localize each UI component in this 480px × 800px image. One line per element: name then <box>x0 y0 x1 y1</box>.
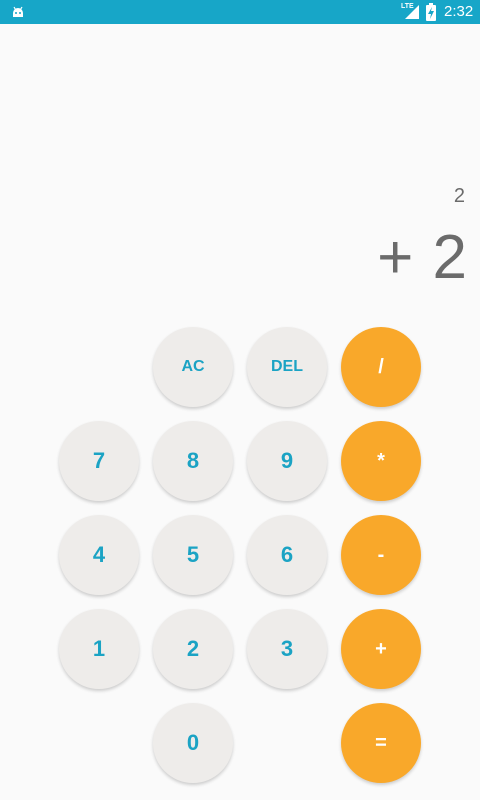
delete-button[interactable]: DEL <box>247 327 327 407</box>
digit-1-button[interactable]: 1 <box>59 609 139 689</box>
plus-button[interactable]: + <box>341 609 421 689</box>
digit-6-button[interactable]: 6 <box>247 515 327 595</box>
digit-7-button[interactable]: 7 <box>59 421 139 501</box>
clear-button[interactable]: AC <box>153 327 233 407</box>
digit-4-button[interactable]: 4 <box>59 515 139 595</box>
digit-8-button[interactable]: 8 <box>153 421 233 501</box>
digit-2-button[interactable]: 2 <box>153 609 233 689</box>
divide-button[interactable]: / <box>341 327 421 407</box>
multiply-button[interactable]: * <box>341 421 421 501</box>
minus-button[interactable]: - <box>341 515 421 595</box>
digit-3-button[interactable]: 3 <box>247 609 327 689</box>
digit-0-button[interactable]: 0 <box>153 703 233 783</box>
keypad: AC DEL / 7 8 9 * 4 5 6 - 1 2 3 + 0 = <box>0 0 480 800</box>
digit-9-button[interactable]: 9 <box>247 421 327 501</box>
digit-5-button[interactable]: 5 <box>153 515 233 595</box>
equals-button[interactable]: = <box>341 703 421 783</box>
